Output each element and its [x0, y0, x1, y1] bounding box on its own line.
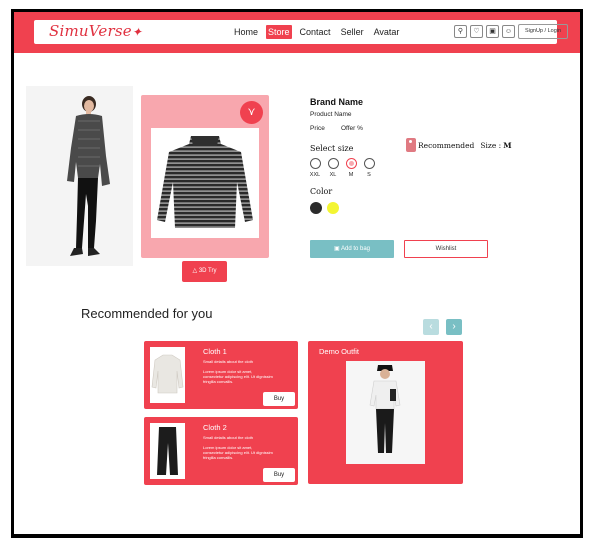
signup-login-button[interactable]: SignUp / Login	[518, 24, 568, 39]
nav-avatar[interactable]: Avatar	[372, 25, 402, 39]
product-image-card: ⋎	[141, 95, 269, 258]
recommended-title: Recommended for you	[81, 306, 213, 321]
3d-try-button[interactable]: △ 3D Try	[182, 261, 227, 282]
cloth-card-1[interactable]: Cloth 1 Small details about the cloth Lo…	[144, 341, 298, 409]
user-icon[interactable]: ☺	[502, 25, 515, 38]
nav-seller[interactable]: Seller	[339, 25, 366, 39]
color-swatch-black[interactable]	[310, 202, 322, 214]
size-option-xl[interactable]: XL	[327, 158, 339, 178]
size-options: XXL XL M S	[309, 158, 375, 178]
cloth-1-image	[150, 347, 185, 403]
product-image	[151, 128, 259, 238]
cloth-name: Cloth 1	[203, 347, 227, 356]
nav-home[interactable]: Home	[232, 25, 260, 39]
main-menu: Home Store Contact Seller Avatar	[232, 25, 401, 39]
3d-try-label: 3D Try	[198, 268, 217, 274]
size-label: M	[348, 172, 354, 178]
size-label: S	[367, 172, 371, 178]
size-option-xxl[interactable]: XXL	[309, 158, 321, 178]
add-to-bag-button[interactable]: ▣ Add to bag	[310, 240, 394, 258]
size-option-s[interactable]: S	[363, 158, 375, 178]
recommended-size: Recommended Size : M	[406, 138, 512, 152]
price-tag-icon	[406, 138, 416, 152]
recommended-label: Recommended	[418, 140, 475, 150]
heart-icon[interactable]: ♡	[470, 25, 483, 38]
header-bar: SimuVerse✦ Home Store Contact Seller Ava…	[14, 12, 580, 53]
demo-outfit-image	[346, 361, 425, 464]
search-icon[interactable]: ⚲	[454, 25, 467, 38]
wishlist-button[interactable]: Wishlist	[404, 240, 488, 258]
add-to-bag-label: Add to bag	[340, 246, 371, 252]
cloth-name: Cloth 2	[203, 423, 227, 432]
size-radio[interactable]	[363, 158, 375, 169]
select-size-label: Select size	[310, 144, 354, 153]
bag-icon[interactable]: ▣	[486, 25, 499, 38]
size-radio[interactable]	[327, 158, 339, 169]
cloth-subtitle: Small details about the cloth	[203, 435, 254, 440]
navbar: SimuVerse✦ Home Store Contact Seller Ava…	[34, 20, 568, 44]
demo-outfit-title: Demo Outfit	[319, 347, 360, 356]
carousel-next-button[interactable]: ›	[446, 319, 462, 335]
product-name: Product Name	[310, 111, 352, 118]
header-icons: ⚲ ♡ ▣ ☺	[454, 25, 515, 38]
cloth-subtitle: Small details about the cloth	[203, 359, 254, 364]
cloth-description: Lorem ipsum dolor sit amet, consectetur …	[203, 445, 273, 460]
nav-store[interactable]: Store	[266, 25, 292, 39]
cloth-2-image	[150, 423, 185, 479]
hanger-icon: △	[192, 268, 198, 274]
brand-name: Brand Name	[310, 97, 364, 107]
demo-outfit-card[interactable]: Demo Outfit	[308, 341, 463, 484]
color-label: Color	[310, 187, 333, 196]
recommended-size-value: M	[503, 140, 512, 150]
size-label: XXL	[309, 172, 321, 178]
buy-button[interactable]: Buy	[263, 392, 295, 406]
cloth-card-2[interactable]: Cloth 2 Small details about the cloth Lo…	[144, 417, 298, 485]
carousel-prev-button[interactable]: ‹	[423, 319, 439, 335]
size-radio[interactable]	[309, 158, 321, 169]
buy-button[interactable]: Buy	[263, 468, 295, 482]
price-label: Price	[310, 125, 325, 132]
size-option-m[interactable]: M	[345, 158, 357, 178]
app-frame: SimuVerse✦ Home Store Contact Seller Ava…	[11, 9, 583, 538]
nav-contact[interactable]: Contact	[298, 25, 333, 39]
size-label: XL	[329, 172, 337, 178]
hanger-plus-icon: ⋎	[247, 106, 256, 118]
logo[interactable]: SimuVerse✦	[49, 22, 142, 40]
logo-text: SimuVerse	[49, 22, 132, 40]
cloth-description: Lorem ipsum dolor sit amet, consectetur …	[203, 369, 273, 384]
add-hanger-button[interactable]: ⋎	[240, 101, 263, 124]
recommended-size-label: Size :	[480, 140, 502, 150]
model-photo	[26, 86, 133, 266]
size-radio-selected[interactable]	[345, 158, 357, 169]
offer-label: Offer %	[341, 125, 363, 132]
logo-swirl-icon: ✦	[131, 25, 143, 39]
color-swatch-yellow[interactable]	[327, 202, 339, 214]
bag-icon: ▣	[333, 246, 340, 252]
